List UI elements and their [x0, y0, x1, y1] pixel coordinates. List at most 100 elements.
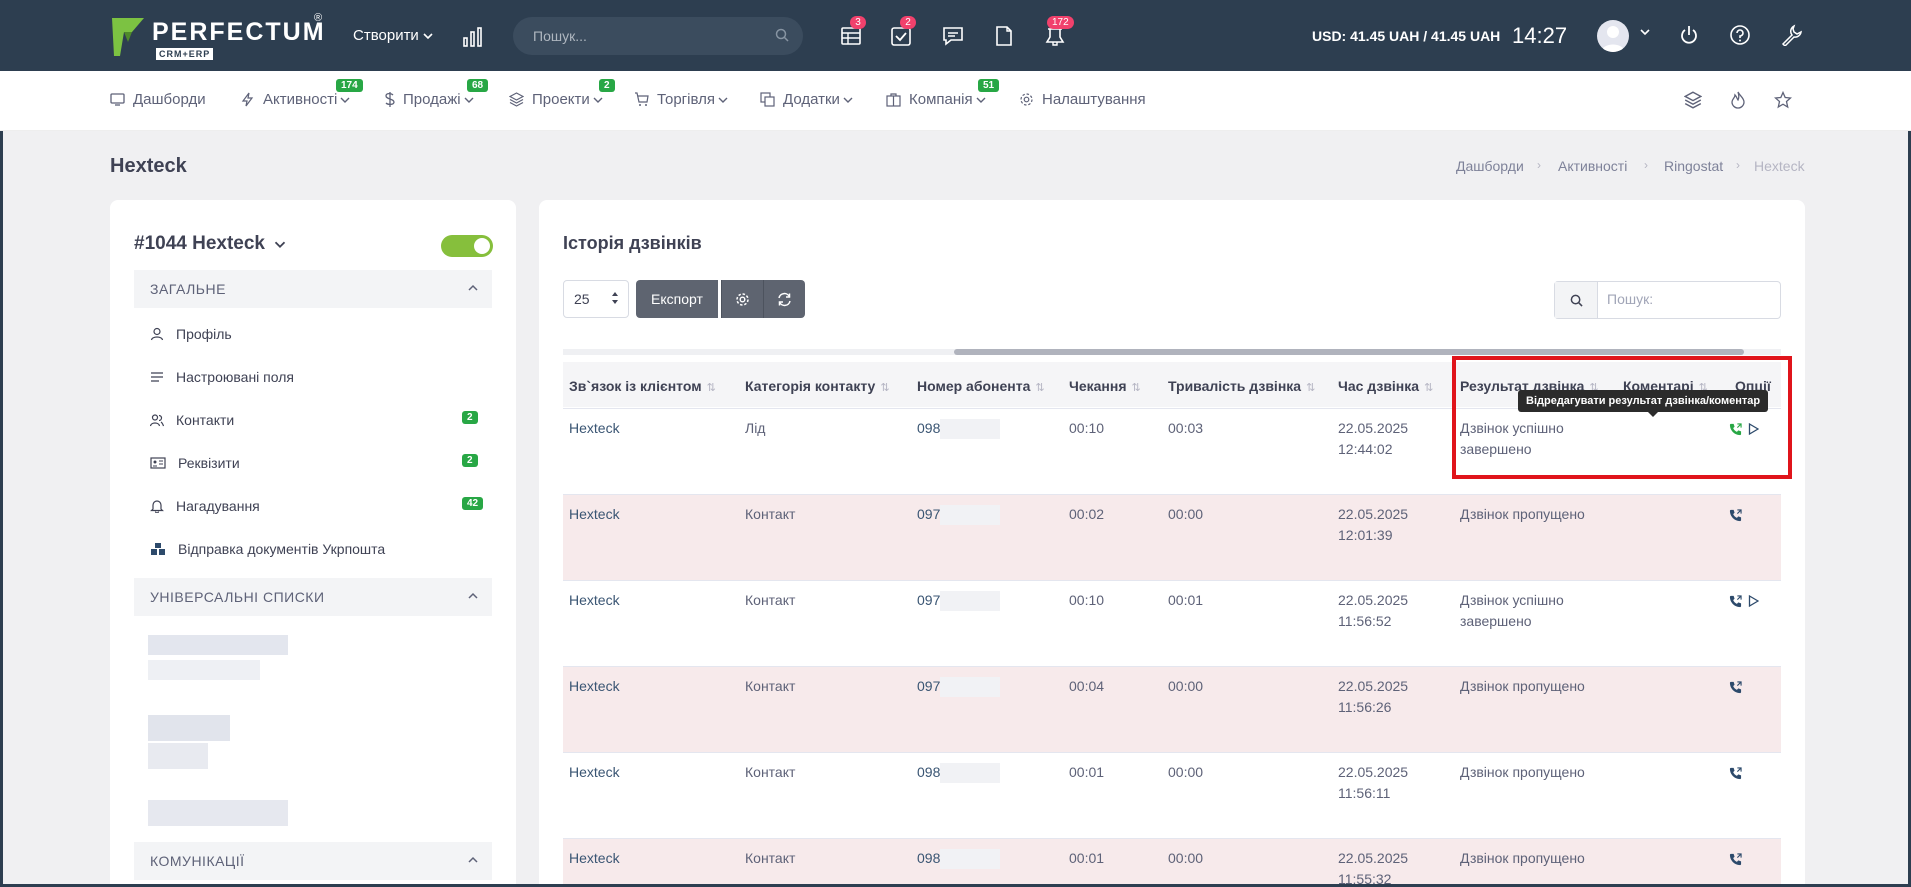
- section-general[interactable]: ЗАГАЛЬНЕ: [134, 270, 492, 308]
- client-link[interactable]: Hexteck: [569, 762, 620, 783]
- table-search[interactable]: [1554, 281, 1781, 319]
- nav-item-addons[interactable]: Додатки: [760, 91, 853, 108]
- client-link-text: Hexteck: [569, 506, 620, 522]
- tasks-button[interactable]: 2: [890, 16, 916, 50]
- phone-text: 098: [917, 850, 941, 866]
- horizontal-scrollbar-thumb[interactable]: [954, 349, 1744, 355]
- col-header-wait[interactable]: Чекання ⇅: [1069, 378, 1141, 394]
- blurred-list-item[interactable]: [148, 800, 288, 826]
- blurred-list-item[interactable]: [148, 715, 230, 741]
- client-link[interactable]: Hexteck: [569, 418, 620, 439]
- power-icon[interactable]: [1678, 24, 1700, 46]
- duration-cell: 00:00: [1168, 762, 1203, 783]
- page-size-select[interactable]: 25: [563, 280, 629, 318]
- client-link[interactable]: Hexteck: [569, 504, 620, 525]
- export-button[interactable]: Експорт: [636, 280, 718, 318]
- col-header-category[interactable]: Категорія контакту ⇅: [745, 378, 890, 394]
- documents-button[interactable]: [993, 25, 1015, 50]
- entity-title-dropdown[interactable]: #1044 Hexteck: [134, 233, 286, 255]
- active-toggle[interactable]: [441, 235, 493, 257]
- nav-item-trade[interactable]: Торгівля: [634, 91, 728, 108]
- play-icon[interactable]: [1748, 595, 1760, 608]
- global-search-input[interactable]: [533, 28, 763, 44]
- category-cell: Лід: [745, 418, 765, 439]
- create-dropdown[interactable]: Створити: [353, 27, 433, 44]
- phone-edit-icon[interactable]: [1729, 509, 1742, 522]
- menu-item-profile[interactable]: Профіль: [150, 326, 232, 342]
- phone-edit-icon[interactable]: [1729, 853, 1742, 866]
- table-settings-button[interactable]: [721, 280, 763, 318]
- phone-edit-icon[interactable]: [1729, 681, 1742, 694]
- user-silhouette-icon: [1601, 26, 1625, 52]
- call-history-card: Історія дзвінків 25 Експорт Зв`язок із к…: [539, 200, 1805, 887]
- col-header-phone[interactable]: Номер абонента ⇅: [917, 378, 1045, 394]
- section-universal-lists[interactable]: УНІВЕРСАЛЬНІ СПИСКИ: [134, 578, 492, 616]
- nav-item-settings[interactable]: Налаштування: [1019, 91, 1146, 108]
- phone-edit-icon[interactable]: [1729, 595, 1742, 608]
- duration-text: 00:01: [1168, 592, 1204, 608]
- flame-icon[interactable]: [1729, 91, 1747, 109]
- help-icon[interactable]: [1729, 24, 1751, 46]
- blurred-list-item[interactable]: [148, 743, 208, 769]
- client-link[interactable]: Hexteck: [569, 676, 620, 697]
- currency-rate: USD: 41.45 UAH / 41.45 UAH: [1312, 28, 1501, 44]
- menu-item-ukrposhta[interactable]: Відправка документів Укрпошта: [150, 541, 385, 557]
- table-search-button[interactable]: [1555, 282, 1598, 318]
- client-link[interactable]: Hexteck: [569, 848, 620, 869]
- avatar[interactable]: [1597, 20, 1629, 52]
- nav-item-projects[interactable]: Проекти 2: [509, 79, 615, 108]
- col-header-client[interactable]: Зв`язок із клієнтом ⇅: [569, 378, 716, 394]
- nav-item-activities[interactable]: Активності 174: [240, 79, 363, 108]
- layers-icon[interactable]: [1684, 91, 1702, 109]
- chat-button[interactable]: [942, 25, 964, 50]
- create-label: Створити: [353, 27, 419, 44]
- chevron-down-icon: [464, 97, 474, 103]
- menu-item-contacts[interactable]: Контакти: [150, 412, 234, 428]
- phone-cell[interactable]: 097: [917, 676, 1001, 698]
- top-bar: PERFECTUM ® CRM+ERP Створити 3 2 172 USD…: [0, 0, 1911, 71]
- sort-icon: ⇅: [1424, 382, 1434, 394]
- star-icon[interactable]: [1774, 91, 1792, 109]
- notifications-button[interactable]: 172: [1044, 16, 1074, 50]
- col-header-time[interactable]: Час дзвінка ⇅: [1338, 378, 1433, 394]
- menu-item-requisites[interactable]: Реквізити: [150, 455, 240, 471]
- nav-badge: 68: [467, 79, 489, 92]
- bar-chart-icon[interactable]: [462, 26, 484, 48]
- nav-item-dashboards[interactable]: Дашборди: [110, 91, 206, 108]
- bell-icon: [150, 500, 164, 513]
- nav-label: Активності: [263, 91, 338, 108]
- phone-edit-icon[interactable]: [1729, 767, 1742, 780]
- col-header-duration[interactable]: Тривалість дзвінка ⇅: [1168, 378, 1315, 394]
- blurred-list-item[interactable]: [148, 635, 288, 655]
- logo[interactable]: PERFECTUM ® CRM+ERP: [110, 12, 326, 60]
- menu-label: Профіль: [176, 326, 232, 342]
- wrench-icon[interactable]: [1780, 24, 1802, 46]
- section-communications[interactable]: КОМУНІКАЦІЇ: [134, 842, 492, 880]
- sort-icon: ⇅: [1035, 382, 1045, 394]
- breadcrumb-separator: ›: [1537, 158, 1541, 172]
- search-icon[interactable]: [775, 28, 789, 42]
- phone-cell[interactable]: 097: [917, 504, 1001, 526]
- copy-icon: [760, 92, 775, 107]
- menu-item-custom-fields[interactable]: Настроювані поля: [150, 369, 294, 385]
- breadcrumb-activities[interactable]: Активності: [1558, 158, 1627, 174]
- client-link[interactable]: Hexteck: [569, 590, 620, 611]
- table-icon-button[interactable]: 3: [840, 16, 866, 50]
- menu-item-reminders[interactable]: Нагадування: [150, 498, 260, 514]
- table-search-input[interactable]: [1607, 291, 1767, 307]
- global-search[interactable]: [513, 17, 803, 55]
- chevron-down-icon[interactable]: [1640, 28, 1650, 36]
- refresh-button[interactable]: [763, 280, 805, 318]
- nav-item-sales[interactable]: Продажі 68: [385, 79, 489, 108]
- duration-text: 00:00: [1168, 678, 1204, 694]
- nav-item-company[interactable]: Компанія 51: [886, 79, 1000, 108]
- blurred-list-item[interactable]: [148, 660, 260, 680]
- phone-cell[interactable]: 098: [917, 418, 1001, 440]
- call-time-text: 12:01:39: [1338, 527, 1393, 543]
- breadcrumb-dashboards[interactable]: Дашборди: [1456, 158, 1524, 174]
- phone-cell[interactable]: 098: [917, 762, 1001, 784]
- phone-cell[interactable]: 098: [917, 848, 1001, 870]
- phone-cell[interactable]: 097: [917, 590, 1001, 612]
- breadcrumb-ringostat[interactable]: Ringostat: [1664, 158, 1723, 174]
- wait-text: 00:10: [1069, 420, 1105, 436]
